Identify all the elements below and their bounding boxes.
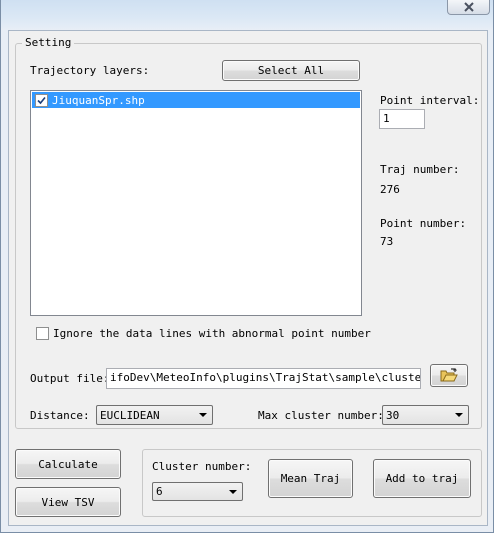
cluster-number-label: Cluster number: (152, 460, 252, 473)
max-cluster-value: 30 (386, 408, 400, 422)
browse-output-button[interactable] (430, 364, 468, 387)
distance-label: Distance: (30, 409, 90, 422)
ignore-abnormal-checkbox[interactable] (36, 327, 49, 340)
view-tsv-button[interactable]: View TSV (15, 487, 121, 517)
traj-number-value: 276 (380, 183, 400, 196)
calculate-button-label: Calculate (38, 457, 98, 471)
chevron-down-icon (455, 413, 463, 417)
setting-group-title: Setting (22, 36, 75, 49)
distance-dropdown[interactable]: EUCLIDEAN (96, 405, 213, 425)
mean-traj-button-label: Mean Traj (280, 472, 341, 485)
ignore-abnormal-checkbox-row[interactable]: Ignore the data lines with abnormal poin… (36, 327, 371, 340)
add-to-traj-button-label: Add to traj (385, 472, 459, 485)
cluster-number-value: 6 (156, 485, 163, 498)
close-x-icon (463, 2, 474, 12)
point-number-label: Point number: (380, 217, 467, 230)
trajectory-layers-label: Trajectory layers: (30, 64, 150, 77)
select-all-button-label: Select All (257, 64, 325, 77)
calculate-button[interactable]: Calculate (15, 449, 121, 479)
point-interval-value: 1 (383, 112, 390, 125)
mean-traj-button[interactable]: Mean Traj (268, 459, 353, 498)
output-file-input[interactable]: ifoDev\MeteoInfo\plugins\TrajStat\sample… (106, 368, 421, 389)
dialog-client-area: Setting Trajectory layers: Select All Ji… (8, 30, 488, 526)
distance-value: EUCLIDEAN (100, 408, 160, 422)
open-folder-icon (440, 368, 458, 382)
point-interval-label: Point interval: (380, 94, 480, 107)
max-cluster-label: Max cluster number: (258, 409, 384, 422)
setting-groupbox: Setting Trajectory layers: Select All Ji… (15, 36, 482, 429)
point-number-value: 73 (380, 235, 394, 248)
output-file-label: Output file: (30, 372, 110, 385)
cluster-number-dropdown[interactable]: 6 (152, 482, 243, 501)
output-file-value: ifoDev\MeteoInfo\plugins\TrajStat\sample… (110, 371, 421, 384)
close-button[interactable] (447, 0, 490, 15)
max-cluster-dropdown[interactable]: 30 (382, 405, 469, 425)
checkmark-icon (37, 96, 46, 104)
add-to-traj-button[interactable]: Add to traj (373, 459, 471, 498)
traj-number-label: Traj number: (380, 163, 460, 176)
trajectory-layers-list[interactable]: JiuquanSpr.shp (30, 90, 362, 316)
select-all-button[interactable]: Select All (222, 60, 360, 81)
point-interval-input[interactable]: 1 (379, 109, 425, 129)
dialog-window: Setting Trajectory layers: Select All Ji… (0, 0, 494, 533)
ignore-abnormal-label: Ignore the data lines with abnormal poin… (53, 327, 371, 340)
chevron-down-icon (199, 413, 207, 417)
layer-name: JiuquanSpr.shp (52, 93, 145, 107)
list-item[interactable]: JiuquanSpr.shp (32, 92, 360, 108)
cluster-groupbox: Cluster number: 6 Mean Traj Add to traj (142, 449, 482, 517)
view-tsv-button-label: View TSV (41, 495, 95, 509)
chevron-down-icon (229, 489, 237, 494)
layer-checkbox[interactable] (35, 93, 48, 107)
